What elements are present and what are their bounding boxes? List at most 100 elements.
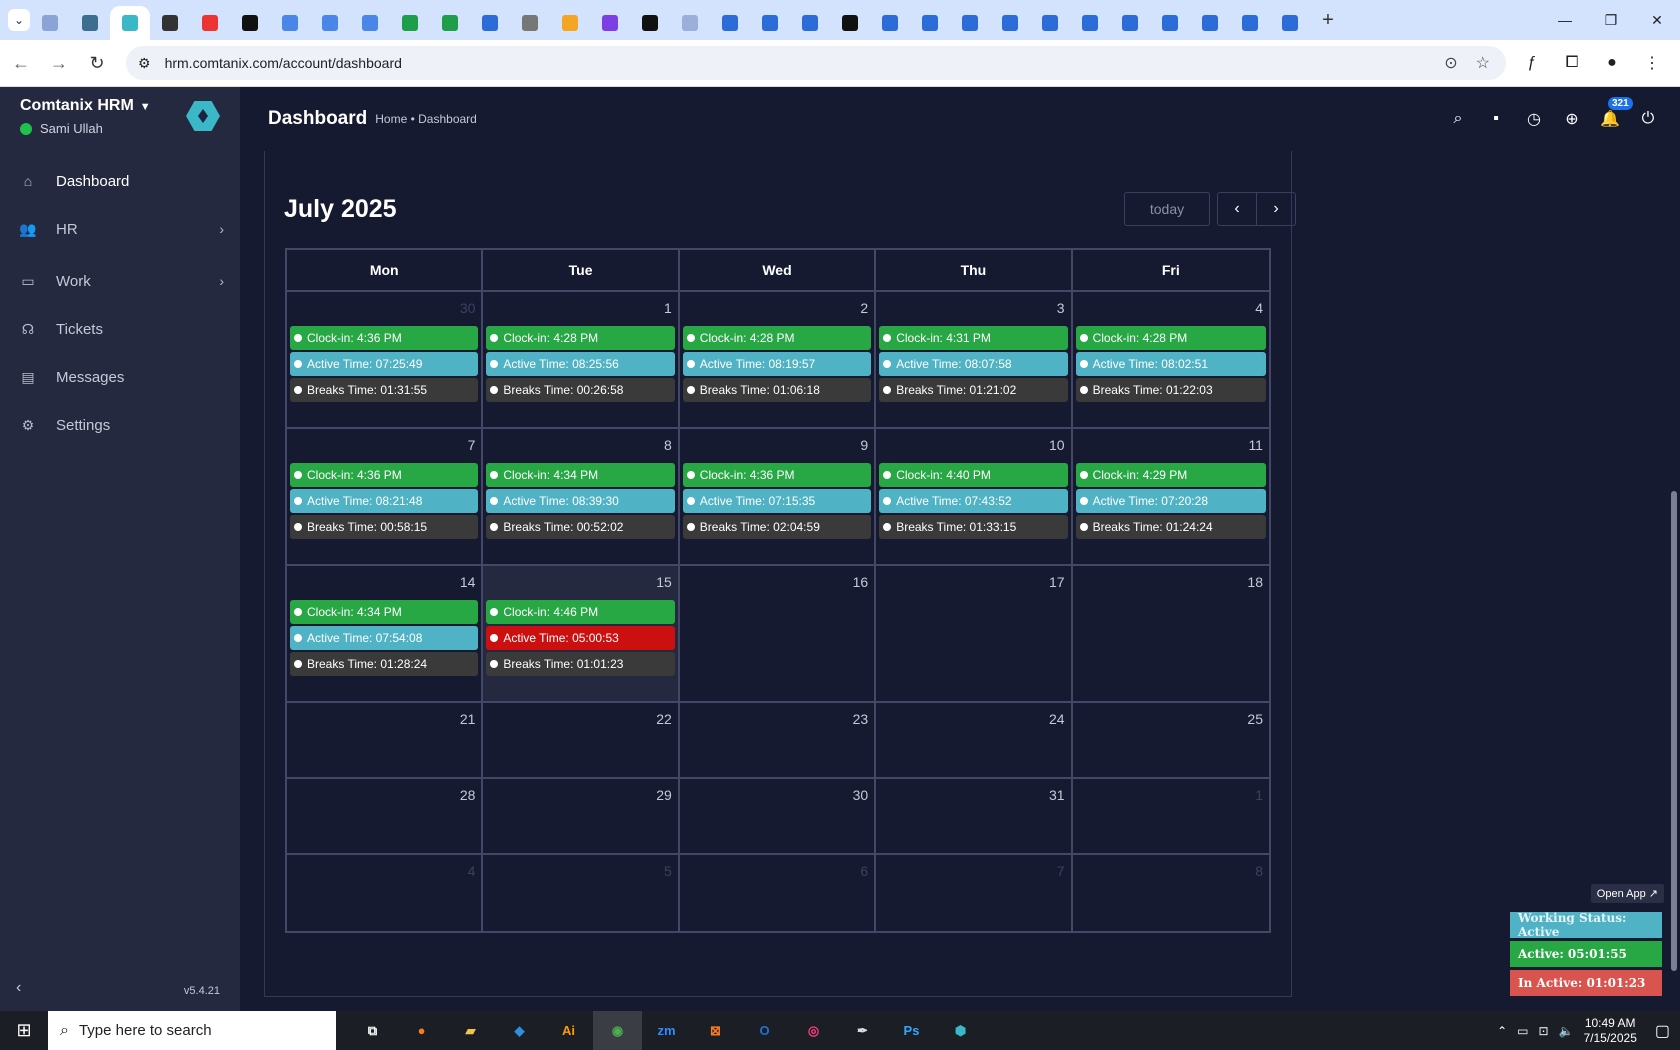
active-time-event[interactable]: Active Time: 05:00:53 [486, 626, 675, 650]
sidebar-item-hr[interactable]: 👥 HR › [0, 205, 240, 253]
browser-tab[interactable] [1270, 6, 1310, 40]
bell-icon[interactable]: 🔔 321 [1600, 97, 1633, 129]
browser-tab[interactable] [190, 6, 230, 40]
active-time-event[interactable]: Active Time: 07:20:28 [1075, 489, 1266, 513]
sidebar-item-tickets[interactable]: ☊ Tickets [0, 305, 240, 353]
day-number[interactable]: 10 [1049, 437, 1065, 453]
browser-tab[interactable] [870, 6, 910, 40]
day-number[interactable]: 5 [664, 863, 672, 879]
add-icon[interactable]: ⊕ [1562, 109, 1582, 129]
sidebar-item-messages[interactable]: ▤ Messages [0, 353, 240, 401]
breaks-time-event[interactable]: Breaks Time: 01:01:23 [486, 652, 675, 676]
bookmark-star-icon[interactable]: ☆ [1476, 53, 1490, 73]
collapse-sidebar-icon[interactable]: ‹ [16, 979, 21, 997]
volume-icon[interactable]: 🔈 [1559, 1024, 1574, 1038]
day-number[interactable]: 30 [853, 787, 869, 803]
calendar-day-cell[interactable]: 14 Clock-in: 4:34 PM Active Time: 07:54:08… [287, 566, 484, 701]
tab-search-button[interactable]: ⌄ [8, 9, 30, 31]
notification-center-icon[interactable]: ▢ [1655, 1021, 1670, 1041]
chrome-icon[interactable]: ◉ [593, 1011, 642, 1050]
day-number[interactable]: 7 [1057, 863, 1065, 879]
day-number[interactable]: 21 [460, 711, 476, 727]
browser-tab[interactable] [710, 6, 750, 40]
browser-tab[interactable] [150, 6, 190, 40]
browser-tab[interactable] [830, 6, 870, 40]
day-number[interactable]: 17 [1049, 574, 1065, 590]
clock-in-event[interactable]: Clock-in: 4:36 PM [682, 463, 872, 487]
clock-in-event[interactable]: Clock-in: 4:34 PM [486, 463, 675, 487]
active-time-event[interactable]: Active Time: 08:02:51 [1075, 352, 1266, 376]
calendar-day-cell[interactable]: 4 [287, 855, 484, 931]
breaks-time-event[interactable]: Breaks Time: 00:26:58 [486, 378, 675, 402]
calendar-day-cell[interactable]: 18 [1073, 566, 1269, 701]
active-time-event[interactable]: Active Time: 07:54:08 [290, 626, 479, 650]
clock-in-event[interactable]: Clock-in: 4:28 PM [682, 326, 872, 350]
calendar-day-cell[interactable]: 10 Clock-in: 4:40 PM Active Time: 07:43:52… [876, 429, 1073, 564]
clock-in-event[interactable]: Clock-in: 4:31 PM [879, 326, 1068, 350]
sidebar-item-settings[interactable]: ⚙ Settings [0, 401, 240, 449]
calendar-day-cell[interactable]: 30 Clock-in: 4:36 PM Active Time: 07:25:49… [287, 292, 484, 427]
minimize-icon[interactable]: — [1542, 0, 1588, 40]
calendar-day-cell[interactable]: 11 Clock-in: 4:29 PM Active Time: 07:20:28… [1073, 429, 1269, 564]
day-number[interactable]: 8 [1255, 863, 1263, 879]
task-view-icon[interactable]: ⧉ [348, 1011, 397, 1050]
clock-in-event[interactable]: Clock-in: 4:46 PM [486, 600, 675, 624]
power-icon[interactable]: ⏻ [1638, 109, 1658, 129]
clock-in-event[interactable]: Clock-in: 4:36 PM [290, 326, 479, 350]
clock-icon[interactable]: ◷ [1524, 109, 1544, 129]
puzzle-extensions-icon[interactable]: ⧠ [1562, 53, 1582, 73]
reload-icon[interactable]: ↻ [80, 46, 114, 80]
browser-tab[interactable] [670, 6, 710, 40]
browser-tab[interactable] [590, 6, 630, 40]
vscode-icon[interactable]: ◆ [495, 1011, 544, 1050]
address-bar[interactable]: ⚙ hrm.comtanix.com/account/dashboard ⊙ ☆ [126, 46, 1506, 80]
calendar-day-cell[interactable]: 28 [287, 779, 484, 853]
creative-cloud-icon[interactable]: ◎ [789, 1011, 838, 1050]
brand-dropdown[interactable]: Comtanix HRM ▼ [20, 97, 151, 115]
day-number[interactable]: 29 [656, 787, 672, 803]
day-number[interactable]: 9 [860, 437, 868, 453]
calendar-day-cell[interactable]: 25 [1073, 703, 1269, 777]
location-icon[interactable]: ⊙ [1444, 53, 1457, 73]
day-number[interactable]: 28 [460, 787, 476, 803]
day-number[interactable]: 31 [1049, 787, 1065, 803]
calendar-day-cell[interactable]: 6 [680, 855, 877, 931]
next-month-button[interactable]: › [1256, 192, 1296, 226]
clock-in-event[interactable]: Clock-in: 4:28 PM [1075, 326, 1266, 350]
day-number[interactable]: 22 [656, 711, 672, 727]
browser-tab[interactable] [910, 6, 950, 40]
day-number[interactable]: 24 [1049, 711, 1065, 727]
day-number[interactable]: 16 [853, 574, 869, 590]
browser-tab[interactable] [630, 6, 670, 40]
network-icon[interactable]: ▭ [1517, 1024, 1528, 1038]
prev-month-button[interactable]: ‹ [1217, 192, 1257, 226]
photoshop-icon[interactable]: Ps [887, 1011, 936, 1050]
clock-in-event[interactable]: Clock-in: 4:28 PM [486, 326, 675, 350]
clock-in-event[interactable]: Clock-in: 4:29 PM [1075, 463, 1266, 487]
browser-tab[interactable] [390, 6, 430, 40]
calendar-day-cell[interactable]: 23 [680, 703, 877, 777]
calendar-day-cell[interactable]: 29 [483, 779, 680, 853]
day-number[interactable]: 4 [468, 863, 476, 879]
calendar-day-cell[interactable]: 22 [483, 703, 680, 777]
calendar-day-cell[interactable]: 4 Clock-in: 4:28 PM Active Time: 08:02:51 B… [1073, 292, 1269, 427]
back-icon[interactable]: ← [4, 46, 38, 80]
browser-tab[interactable] [1190, 6, 1230, 40]
day-number[interactable]: 11 [1248, 437, 1263, 453]
open-app-button[interactable]: Open App ↗ [1590, 884, 1664, 903]
day-number[interactable]: 1 [1255, 787, 1263, 803]
breaks-time-event[interactable]: Breaks Time: 00:52:02 [486, 515, 675, 539]
breaks-time-event[interactable]: Breaks Time: 01:06:18 [682, 378, 872, 402]
active-time-event[interactable]: Active Time: 07:25:49 [290, 352, 479, 376]
outlook-icon[interactable]: O [740, 1011, 789, 1050]
profile-avatar-icon[interactable]: ● [1602, 53, 1622, 73]
calendar-day-cell[interactable]: 17 [876, 566, 1073, 701]
calendar-day-cell[interactable]: 7 [876, 855, 1073, 931]
browser-tab[interactable] [110, 6, 150, 40]
close-icon[interactable]: ✕ [1634, 0, 1680, 40]
day-number[interactable]: 8 [664, 437, 672, 453]
day-number[interactable]: 30 [460, 300, 476, 316]
browser-tab[interactable] [1110, 6, 1150, 40]
scrollbar-thumb[interactable] [1671, 491, 1677, 971]
browser-tab[interactable] [510, 6, 550, 40]
